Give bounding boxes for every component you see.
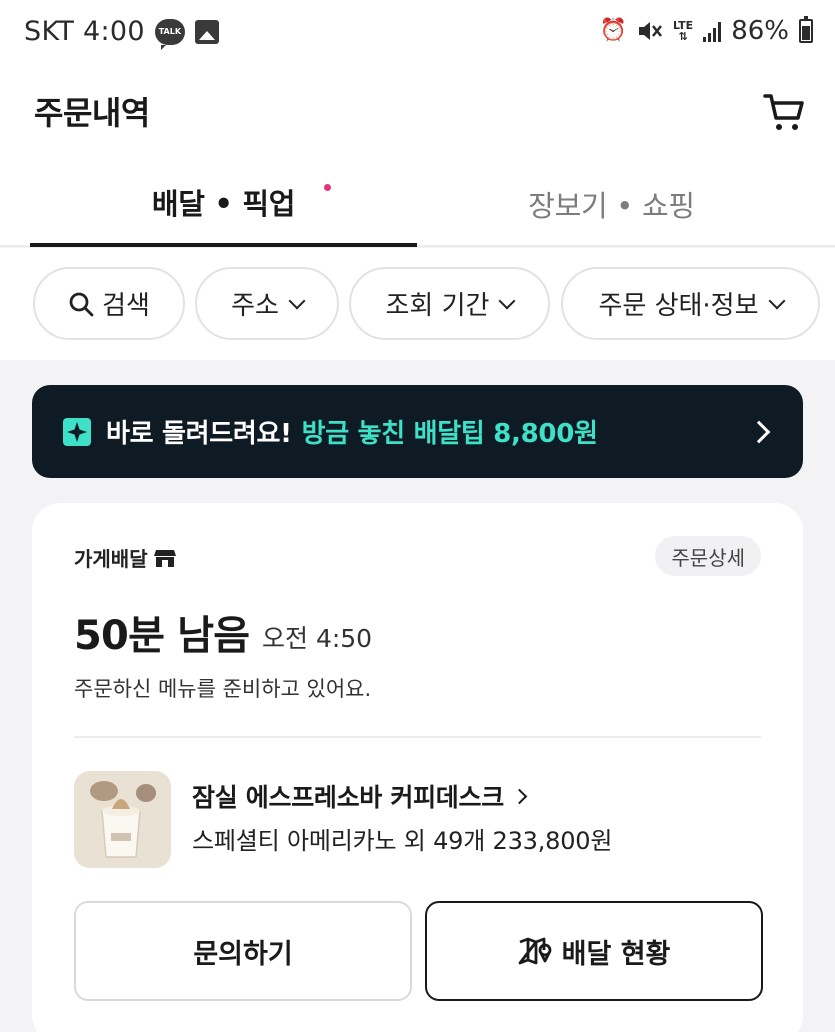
period-filter[interactable]: 조회 기간	[349, 267, 550, 340]
filter-bar: 검색 주소 조회 기간 주문 상태·정보	[0, 248, 835, 360]
battery-percent: 86%	[731, 16, 789, 46]
search-chip[interactable]: 검색	[33, 267, 185, 340]
banner-text: 바로 돌려드려요!	[106, 419, 292, 449]
inquiry-button[interactable]: 문의하기	[74, 901, 412, 1001]
inquiry-button-label: 문의하기	[193, 938, 293, 970]
search-chip-label: 검색	[102, 291, 150, 321]
status-bar: SKT 4:00 TALK ⏰ LTE ⇅ 86%	[0, 0, 835, 66]
alarm-icon: ⏰	[599, 18, 627, 43]
chevron-right-icon	[511, 788, 528, 804]
status-filter-label: 주문 상태·정보	[598, 291, 759, 321]
cart-button[interactable]	[761, 88, 809, 136]
carrier-time: SKT 4:00	[24, 16, 145, 47]
eta-time: 오전 4:50	[262, 624, 373, 653]
cart-icon	[763, 94, 804, 130]
delivery-status-button-label: 배달 현황	[561, 938, 671, 970]
delivery-type-label: 가게배달	[74, 547, 148, 571]
address-filter-label: 주소	[231, 291, 279, 321]
refund-banner[interactable]: 바로 돌려드려요! 방금 놓친 배달팁 8,800원	[32, 385, 803, 478]
banner-highlight: 방금 놓친 배달팁 8,800원	[301, 419, 598, 449]
chevron-down-icon	[498, 292, 516, 309]
time-remaining: 50분 남음	[74, 613, 250, 659]
period-filter-label: 조회 기간	[385, 291, 490, 321]
store-name: 잠실 에스프레소바 커피데스크	[192, 783, 504, 812]
divider	[74, 736, 761, 738]
lte-icon: LTE ⇅	[672, 19, 694, 43]
order-status-message: 주문하신 메뉴를 준비하고 있어요.	[74, 677, 372, 701]
store-name-link[interactable]: 잠실 에스프레소바 커피데스크	[192, 778, 528, 814]
page-title: 주문내역	[34, 94, 150, 132]
header: 주문내역	[0, 66, 835, 160]
kakaotalk-icon: TALK	[154, 18, 185, 50]
mute-icon	[638, 22, 662, 40]
order-card: 가게배달 주문상세 50분 남음 오전 4:50 주문하신 메뉴를 준비하고 있…	[32, 503, 803, 1032]
signal-icon	[703, 20, 722, 42]
address-filter[interactable]: 주소	[195, 267, 339, 340]
tab-delivery-pickup[interactable]: 배달 • 픽업	[30, 160, 417, 247]
sparkle-icon	[63, 417, 91, 446]
order-summary: 스페셜티 아메리카노 외 49개 233,800원	[192, 827, 613, 855]
chevron-right-icon	[747, 420, 771, 444]
battery-icon	[799, 16, 813, 43]
order-detail-button[interactable]: 주문상세	[655, 536, 761, 576]
status-filter[interactable]: 주문 상태·정보	[561, 267, 820, 340]
chevron-down-icon	[288, 292, 306, 309]
store-thumbnail[interactable]	[74, 771, 171, 868]
search-icon	[69, 292, 94, 316]
tab-label: 장보기 • 쇼핑	[528, 188, 695, 223]
new-dot-indicator	[324, 184, 331, 191]
delivery-type: 가게배달	[74, 543, 176, 572]
chevron-down-icon	[768, 292, 786, 309]
store-icon	[153, 549, 176, 567]
delivery-status-button[interactable]: 배달 현황	[425, 901, 763, 1001]
tab-grocery-shopping[interactable]: 장보기 • 쇼핑	[418, 160, 805, 247]
tab-bar: 배달 • 픽업 장보기 • 쇼핑	[0, 160, 835, 247]
tab-label: 배달 • 픽업	[151, 186, 296, 221]
coffee-photo-icon	[74, 771, 171, 868]
map-pin-icon	[518, 937, 552, 965]
gallery-icon	[194, 19, 219, 44]
